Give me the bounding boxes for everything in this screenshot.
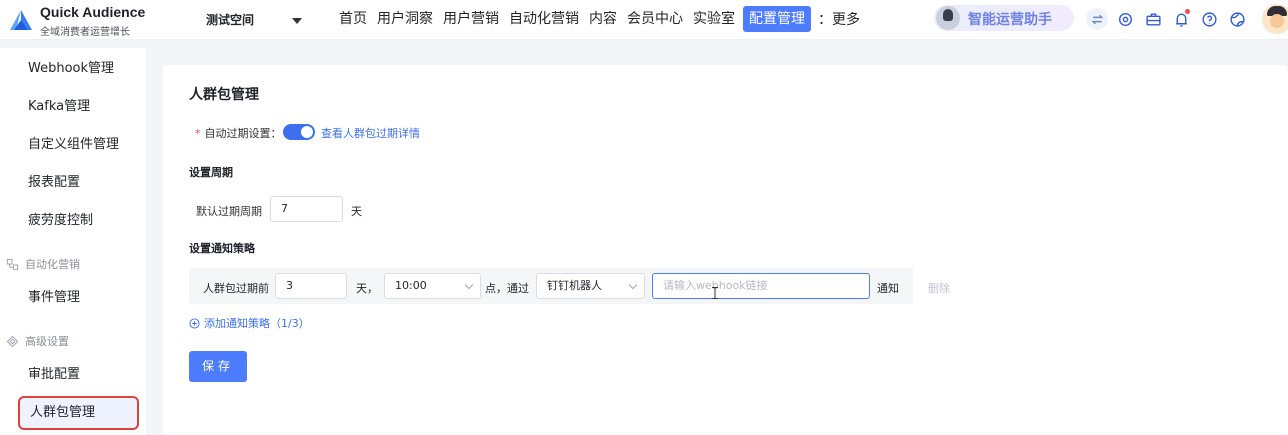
assistant-label: 智能运营助手 bbox=[968, 12, 1052, 28]
default-period-label: 默认过期周期 bbox=[196, 205, 262, 218]
main-nav: 首页 用户洞察 用户营销 自动化营销 内容 会员中心 实验室 配置管理 ：更多 bbox=[334, 6, 860, 32]
sidebar-group-advanced-label: 高级设置 bbox=[25, 335, 69, 348]
sidebar: Webhook管理 Kafka管理 自定义组件管理 报表配置 疲劳度控制 自动化… bbox=[0, 48, 146, 435]
strategy-time-select[interactable]: 10:00 bbox=[384, 273, 481, 299]
caret-down-icon bbox=[292, 18, 302, 24]
strategy-channel-value: 钉钉机器人 bbox=[547, 279, 602, 292]
auto-expire-label-text: 自动过期设置： bbox=[204, 127, 282, 140]
brand-subtitle: 全域消费者运营增长 bbox=[40, 27, 130, 38]
strategy-prefix: 人群包过期前 bbox=[203, 282, 269, 295]
nav-config-management[interactable]: 配置管理 bbox=[743, 6, 811, 32]
notify-section-title: 设置通知策略 bbox=[189, 242, 255, 255]
sidebar-group-automation-label: 自动化营销 bbox=[25, 258, 80, 271]
strategy-via-text: 点，通过 bbox=[485, 282, 529, 295]
sidebar-item-approval-config[interactable]: 审批配置 bbox=[0, 356, 146, 394]
text-cursor-icon bbox=[712, 287, 718, 299]
nav-more[interactable]: ：更多 bbox=[814, 9, 860, 29]
sidebar-item-webhook[interactable]: Webhook管理 bbox=[0, 50, 146, 88]
nav-user-marketing[interactable]: 用户营销 bbox=[438, 6, 504, 32]
advanced-settings-icon bbox=[6, 335, 19, 347]
globe-icon[interactable] bbox=[1226, 8, 1248, 30]
sidebar-item-event-management[interactable]: 事件管理 bbox=[0, 279, 146, 317]
save-button[interactable]: 保存 bbox=[189, 351, 247, 382]
nav-automation-marketing[interactable]: 自动化营销 bbox=[504, 6, 584, 32]
sidebar-item-custom-components[interactable]: 自定义组件管理 bbox=[0, 126, 146, 164]
strategy-notify-text: 通知 bbox=[877, 282, 899, 295]
bell-icon[interactable] bbox=[1170, 8, 1192, 30]
webhook-url-input[interactable]: 请输入webhook链接 bbox=[652, 273, 870, 299]
sidebar-item-fatigue-control[interactable]: 疲劳度控制 bbox=[0, 202, 146, 240]
main-card: 人群包管理 * 自动过期设置： 查看人群包过期详情 设置周期 默认过期周期 7 天… bbox=[163, 65, 1288, 435]
nav-user-insight[interactable]: 用户洞察 bbox=[372, 6, 438, 32]
auto-expire-label: * 自动过期设置： bbox=[195, 125, 282, 141]
strategy-channel-select[interactable]: 钉钉机器人 bbox=[536, 273, 645, 299]
nav-lab[interactable]: 实验室 bbox=[688, 6, 740, 32]
sidebar-item-kafka[interactable]: Kafka管理 bbox=[0, 88, 146, 126]
default-period-input[interactable]: 7 bbox=[270, 196, 343, 222]
nav-member-center[interactable]: 会员中心 bbox=[622, 6, 688, 32]
plus-circle-icon bbox=[189, 317, 200, 329]
help-icon[interactable] bbox=[1198, 8, 1220, 30]
required-mark: * bbox=[195, 127, 201, 140]
settings-icon[interactable] bbox=[1114, 8, 1136, 30]
nav-content[interactable]: 内容 bbox=[584, 6, 622, 32]
chevron-down-icon bbox=[628, 280, 638, 290]
sidebar-item-report-config[interactable]: 报表配置 bbox=[0, 164, 146, 202]
user-avatar[interactable] bbox=[1262, 4, 1288, 34]
toolbox-icon[interactable] bbox=[1142, 8, 1164, 30]
sidebar-group-automation: 自动化营销 bbox=[6, 256, 80, 272]
period-section-title: 设置周期 bbox=[189, 166, 233, 179]
strategy-days-unit: 天， bbox=[356, 282, 378, 295]
smart-assistant-button[interactable]: 智能运营助手 bbox=[934, 5, 1074, 31]
notify-strategy-row: 人群包过期前 3 天， 10:00 点，通过 钉钉机器人 请输入webhook链… bbox=[189, 268, 913, 304]
top-bar: Quick Audience 全域消费者运营增长 测试空间 首页 用户洞察 用户… bbox=[0, 0, 1288, 40]
quick-audience-logo-icon bbox=[10, 10, 32, 30]
brand-title: Quick Audience bbox=[40, 4, 146, 20]
default-period-unit: 天 bbox=[351, 205, 362, 218]
automation-icon bbox=[6, 258, 19, 270]
add-notify-strategy-button[interactable]: 添加通知策略（1/3） bbox=[189, 315, 310, 331]
notification-dot bbox=[1185, 9, 1190, 14]
auto-expire-toggle[interactable] bbox=[283, 124, 315, 140]
switch-icon[interactable] bbox=[1086, 8, 1108, 30]
sidebar-group-advanced: 高级设置 bbox=[6, 333, 69, 349]
delete-strategy-button[interactable]: 删除 bbox=[928, 280, 950, 296]
view-expire-details-link[interactable]: 查看人群包过期详情 bbox=[321, 125, 420, 141]
nav-home[interactable]: 首页 bbox=[334, 6, 372, 32]
logo[interactable]: Quick Audience 全域消费者运营增长 bbox=[8, 2, 158, 38]
workspace-name: 测试空间 bbox=[206, 13, 255, 27]
sidebar-item-audience-package[interactable]: 人群包管理 bbox=[18, 396, 139, 430]
strategy-time-value: 10:00 bbox=[395, 279, 427, 292]
top-icon-group bbox=[1086, 8, 1254, 30]
assistant-avatar bbox=[936, 6, 960, 30]
chevron-down-icon bbox=[464, 280, 474, 290]
add-notify-strategy-label: 添加通知策略（1/3） bbox=[204, 317, 310, 330]
strategy-days-input[interactable]: 3 bbox=[275, 273, 347, 299]
workspace-select[interactable]: 测试空间 bbox=[170, 6, 308, 32]
page-title: 人群包管理 bbox=[189, 87, 259, 103]
